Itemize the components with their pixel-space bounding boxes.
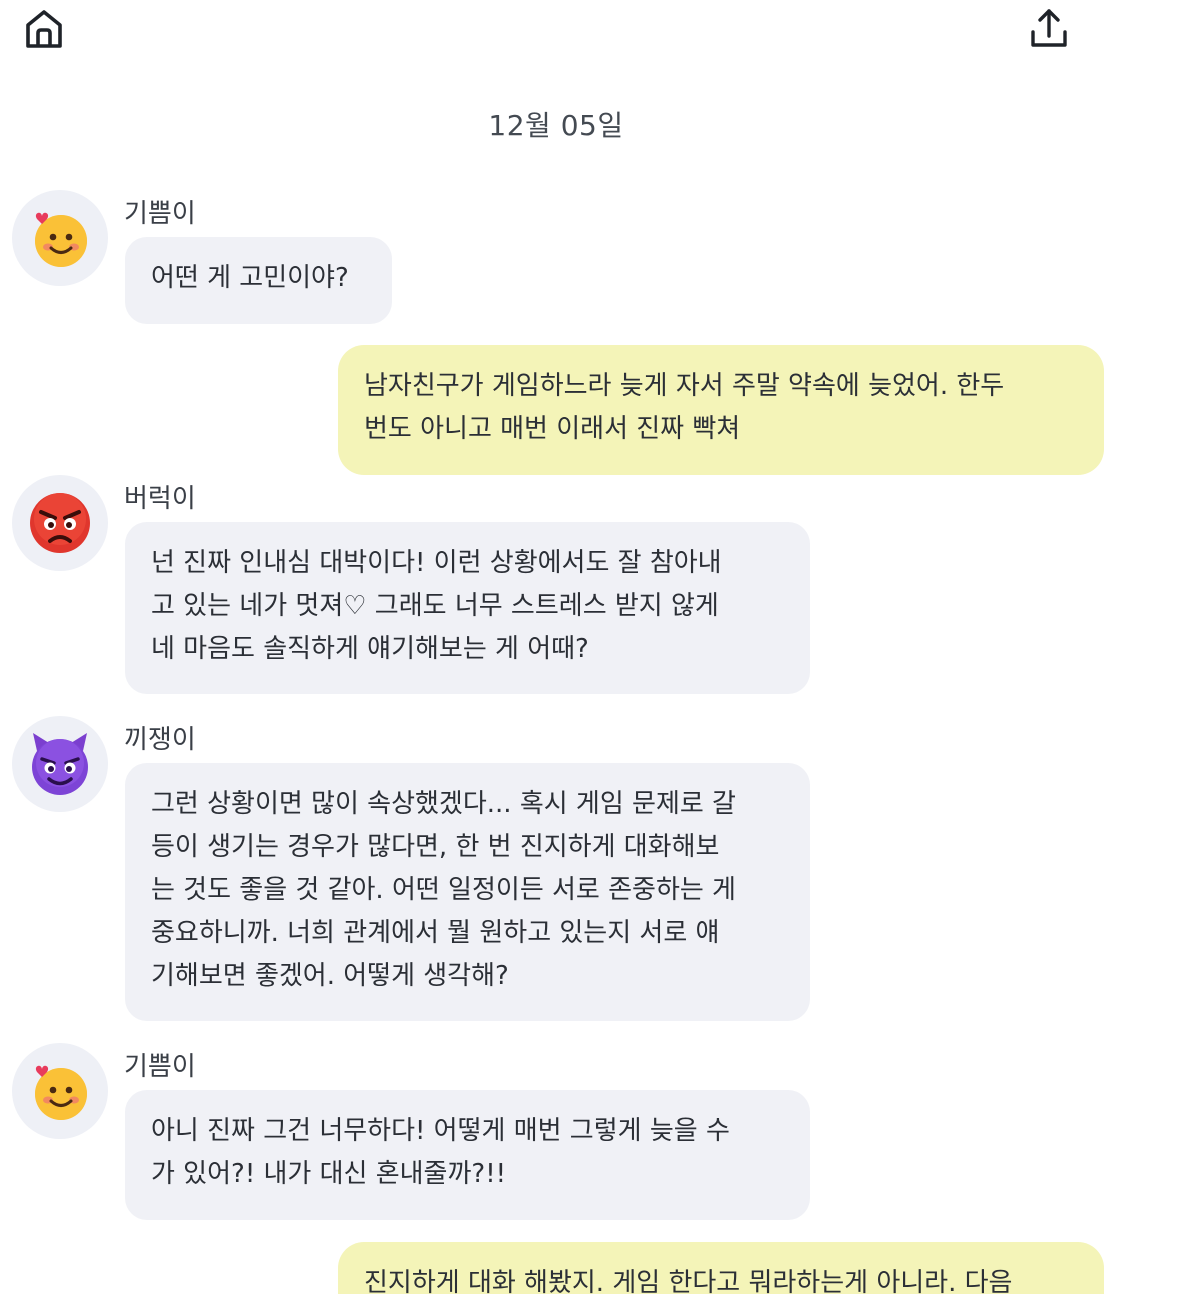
- message-bubble: 어떤 게 고민이야?: [125, 237, 392, 324]
- avatar: [12, 716, 108, 812]
- top-bar: [0, 0, 1200, 70]
- message-bubble: 넌 진짜 인내심 대박이다! 이런 상황에서도 잘 참아내 고 있는 네가 멋져…: [125, 522, 810, 694]
- smiling-face-with-hearts-icon: [35, 1065, 87, 1120]
- smiling-devil-face-icon: [32, 733, 88, 795]
- avatar: [12, 190, 108, 286]
- angry-face-icon: [30, 493, 90, 553]
- date-divider: 12월 05일: [488, 109, 624, 142]
- share-button[interactable]: [1022, 2, 1076, 54]
- home-button[interactable]: [18, 2, 70, 54]
- sender-name: 기쁨이: [124, 199, 196, 229]
- avatar: [12, 475, 108, 571]
- sender-name: 버럭이: [124, 484, 196, 514]
- sender-name: 끼쟁이: [124, 725, 196, 755]
- home-icon: [26, 10, 62, 48]
- message-bubble: 진지하게 대화 해봤지. 게임 한다고 뭐라하는게 아니라. 다음: [338, 1242, 1104, 1294]
- sender-name: 기쁨이: [124, 1052, 196, 1082]
- smiling-face-with-hearts-icon: [35, 212, 87, 267]
- avatar: [12, 1043, 108, 1139]
- message-bubble: 남자친구가 게임하느라 늦게 자서 주말 약속에 늦었어. 한두 번도 아니고 …: [338, 345, 1104, 475]
- message-bubble: 아니 진짜 그건 너무하다! 어떻게 매번 그렇게 늦을 수 가 있어?! 내가…: [125, 1090, 810, 1220]
- message-bubble: 그런 상황이면 많이 속상했겠다... 혹시 게임 문제로 갈 등이 생기는 경…: [125, 763, 810, 1021]
- share-upload-icon: [1031, 9, 1067, 47]
